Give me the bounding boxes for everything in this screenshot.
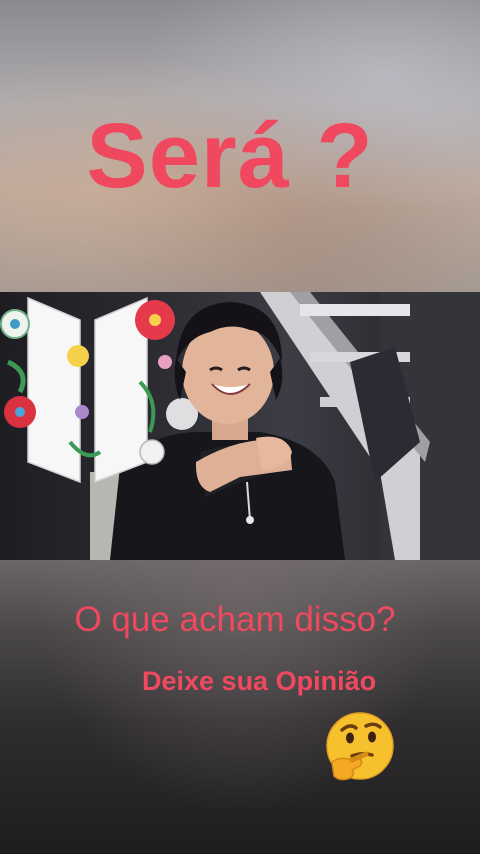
flower-decoration xyxy=(0,300,175,465)
video-frame-photo xyxy=(0,292,480,560)
bts-logo-icon xyxy=(0,296,175,484)
caption-call-to-action: Deixe sua Opinião xyxy=(142,666,377,696)
headline-text: Será ? xyxy=(86,105,374,207)
caption-question: O que acham disso? xyxy=(74,600,396,639)
thinking-face-emoji xyxy=(322,710,398,786)
